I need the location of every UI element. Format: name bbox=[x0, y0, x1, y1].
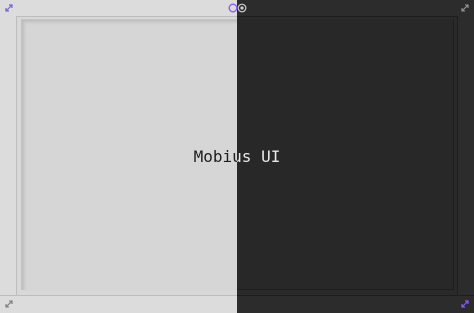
theme-dot-icon[interactable] bbox=[237, 3, 247, 13]
dark-top-bar bbox=[237, 0, 474, 17]
bottom-left-resize-icon[interactable] bbox=[4, 299, 14, 309]
app-title-text: Mobius UI bbox=[193, 147, 237, 166]
app-title: Mobius UI Mobius UI bbox=[0, 146, 474, 168]
top-right-resize-icon[interactable] bbox=[460, 3, 470, 13]
light-bottom-bar bbox=[0, 295, 237, 313]
bottom-right-resize-icon[interactable] bbox=[460, 299, 470, 309]
light-top-bar bbox=[0, 0, 237, 17]
top-left-resize-icon[interactable] bbox=[4, 3, 14, 13]
app-title-light-part: Mobius UI bbox=[0, 146, 237, 168]
app-title-dark-part: Mobius UI bbox=[237, 146, 474, 168]
app-window: Mobius UI Mobius UI bbox=[0, 0, 474, 313]
dark-bottom-bar bbox=[237, 295, 474, 313]
app-title-text: Mobius UI bbox=[237, 147, 281, 166]
